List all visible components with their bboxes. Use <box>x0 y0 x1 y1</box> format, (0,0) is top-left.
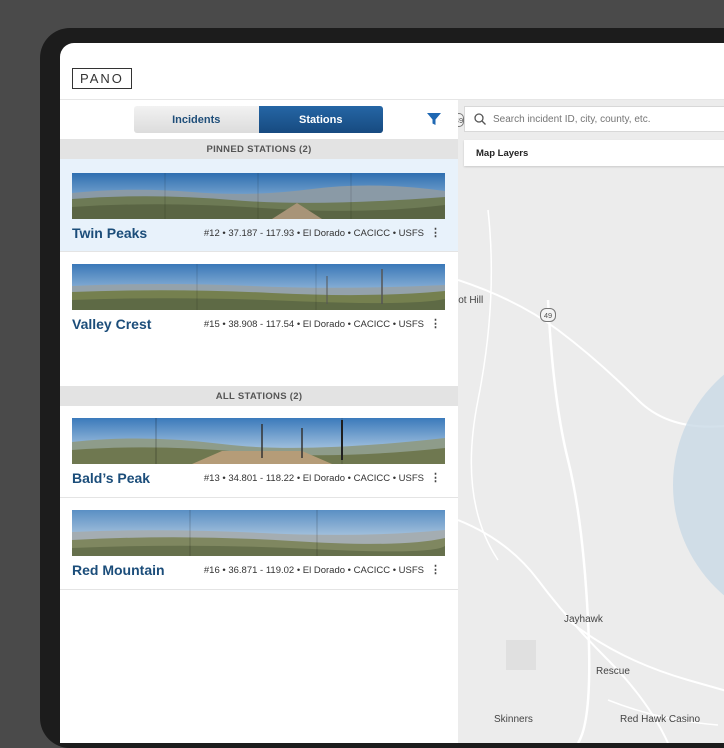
map-base <box>458 100 724 743</box>
view-toggle: Incidents Stations <box>134 106 383 133</box>
place-label: Skinners <box>494 714 533 725</box>
map-search-box[interactable] <box>464 106 724 132</box>
station-name: Bald’s Peak <box>72 470 151 486</box>
station-meta: #12 • 37.187 - 117.93 • El Dorado • CACI… <box>203 228 424 239</box>
station-name: Twin Peaks <box>72 225 148 241</box>
tab-incidents[interactable]: Incidents <box>134 106 259 133</box>
station-panorama-image[interactable] <box>72 418 445 464</box>
app-screen: PANO Incidents Stations PINNED STATIONS … <box>60 43 724 743</box>
more-options-icon[interactable]: ⋮ <box>430 317 441 330</box>
search-input[interactable] <box>491 112 724 126</box>
pinned-section-header: PINNED STATIONS (2) <box>60 139 458 159</box>
place-label: lot Hill <box>458 295 484 306</box>
station-meta: #15 • 38.908 - 117.54 • El Dorado • CACI… <box>203 319 424 330</box>
more-options-icon[interactable]: ⋮ <box>430 226 441 239</box>
all-stations-section-header: ALL STATIONS (2) <box>60 386 458 406</box>
card-divider <box>60 589 458 590</box>
more-options-icon[interactable]: ⋮ <box>430 471 441 484</box>
pano-logo: PANO <box>72 68 132 89</box>
place-label: Rescue <box>596 666 630 677</box>
station-card-valley-crest[interactable]: Valley Crest #15 • 38.908 - 117.54 • El … <box>60 252 458 343</box>
station-name: Valley Crest <box>72 316 152 332</box>
filter-icon[interactable] <box>426 111 442 127</box>
tab-stations[interactable]: Stations <box>258 106 383 133</box>
station-meta: #13 • 34.801 - 118.22 • El Dorado • CACI… <box>203 473 424 484</box>
station-card-red-mountain[interactable]: Red Mountain #16 • 36.871 - 119.02 • El … <box>60 498 458 590</box>
search-icon <box>474 113 486 125</box>
station-panorama-image[interactable] <box>72 264 445 310</box>
place-label: Jayhawk <box>564 614 603 625</box>
station-name: Red Mountain <box>72 562 165 578</box>
station-meta: #16 • 36.871 - 119.02 • El Dorado • CACI… <box>203 565 424 576</box>
map-layers-button[interactable]: Map Layers <box>464 140 724 166</box>
map-view[interactable]: Map Layers 49 lot Hill 49 Jayhawk Rescue… <box>458 100 724 743</box>
station-panorama-image[interactable] <box>72 173 445 219</box>
station-panorama-image[interactable] <box>72 510 445 556</box>
stations-panel: Incidents Stations PINNED STATIONS (2) T… <box>60 100 458 743</box>
place-label: Red Hawk Casino <box>620 714 701 725</box>
station-card-twin-peaks[interactable]: Twin Peaks #12 • 37.187 - 117.93 • El Do… <box>60 159 458 251</box>
route-49-marker: 49 <box>540 308 556 322</box>
station-card-balds-peak[interactable]: Bald’s Peak #13 • 34.801 - 118.22 • El D… <box>60 406 458 498</box>
more-options-icon[interactable]: ⋮ <box>430 563 441 576</box>
